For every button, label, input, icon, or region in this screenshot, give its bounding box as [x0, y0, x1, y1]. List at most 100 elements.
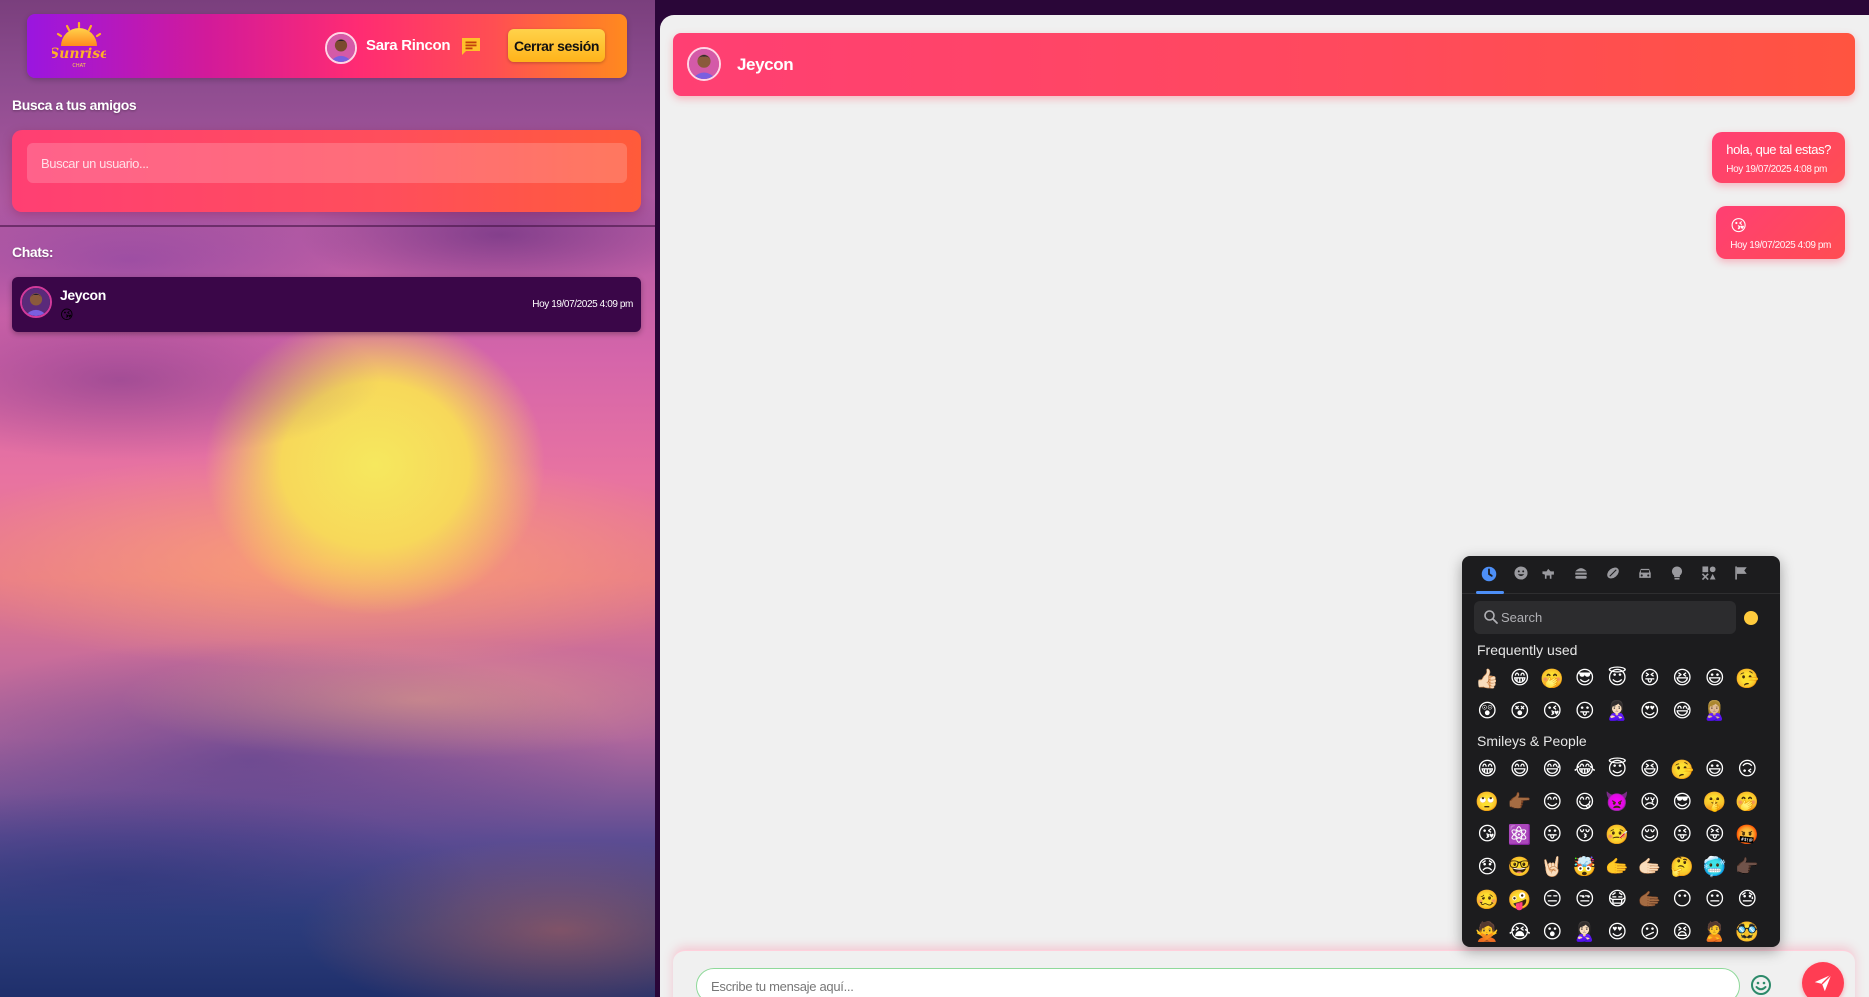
emoji-button[interactable]: 😅: [1666, 695, 1699, 728]
emoji-button[interactable]: 🤭: [1731, 786, 1764, 819]
svg-text:Sunrise: Sunrise: [52, 46, 106, 62]
emoji-button[interactable]: 🫱🏾: [1634, 883, 1667, 916]
emoji-button[interactable]: 🙎🏻‍♀️: [1569, 916, 1602, 948]
search-section-label: Busca a tus amigos: [12, 97, 137, 113]
emoji-button[interactable]: 😌: [1634, 818, 1667, 851]
chat-list-item[interactable]: Jeycon 😘 Hoy 19/07/2025 4:09 pm: [12, 277, 641, 332]
divider: [0, 225, 655, 227]
emoji-button[interactable]: 😛: [1569, 695, 1602, 728]
emoji-button[interactable]: 😍: [1601, 916, 1634, 948]
emoji-button[interactable]: 🤥: [1731, 662, 1764, 695]
message-bubble: hola, que tal estas? Hoy 19/07/2025 4:08…: [1712, 132, 1845, 183]
emoji-button[interactable]: 🙎🏻‍♀️: [1601, 695, 1634, 728]
emoji-button[interactable]: 😇: [1601, 753, 1634, 786]
contact-avatar[interactable]: [687, 47, 721, 81]
emoji-button[interactable]: 👉🏾: [1504, 786, 1537, 819]
emoji-button[interactable]: 🤭: [1536, 662, 1569, 695]
emoji-button[interactable]: ⚛️: [1504, 818, 1537, 851]
emoji-button[interactable]: 😷: [1601, 883, 1634, 916]
emoji-button[interactable]: 👉🏿: [1731, 851, 1764, 884]
emoji-button[interactable]: 🤬: [1731, 818, 1764, 851]
emoji-button[interactable]: 😎: [1569, 662, 1602, 695]
objects-icon[interactable]: [1666, 564, 1688, 586]
travel-icon[interactable]: [1634, 564, 1656, 586]
symbols-icon[interactable]: [1698, 564, 1720, 586]
flags-icon[interactable]: [1730, 564, 1752, 586]
emoji-button[interactable]: 😎: [1666, 786, 1699, 819]
emoji-button[interactable]: 😛: [1536, 818, 1569, 851]
emoji-button[interactable]: 😒: [1569, 883, 1602, 916]
emoji-button[interactable]: 🙃: [1731, 753, 1764, 786]
emoji-button[interactable]: 🤓: [1504, 851, 1537, 884]
emoji-picker-toggle-icon[interactable]: [1749, 973, 1773, 997]
emoji-button[interactable]: 😆: [1634, 753, 1667, 786]
activities-icon[interactable]: [1602, 564, 1624, 586]
emoji-button[interactable]: 🤥: [1666, 753, 1699, 786]
emoji-button[interactable]: 😂: [1569, 753, 1602, 786]
message-text: hola, que tal estas?: [1726, 142, 1831, 157]
send-icon: [1814, 974, 1832, 992]
emoji-button[interactable]: 🙄: [1471, 786, 1504, 819]
emoji-button[interactable]: 😶: [1666, 883, 1699, 916]
animals-icon[interactable]: [1538, 564, 1560, 586]
emoji-button[interactable]: 😜: [1666, 818, 1699, 851]
emoji-button[interactable]: 😃: [1699, 753, 1732, 786]
emoji-button[interactable]: 😓: [1731, 883, 1764, 916]
emoji-button[interactable]: 👿: [1601, 786, 1634, 819]
emoji-search-input[interactable]: [1501, 601, 1731, 634]
emoji-button[interactable]: 🤘🏻: [1536, 851, 1569, 884]
emoji-button[interactable]: 😁: [1471, 753, 1504, 786]
emoji-button[interactable]: 😆: [1666, 662, 1699, 695]
send-button[interactable]: [1802, 962, 1844, 997]
emoji-button[interactable]: 😘: [1536, 695, 1569, 728]
emoji-button[interactable]: 🙎🏼‍♀️: [1699, 695, 1732, 728]
emoji-button[interactable]: 🤫: [1699, 786, 1732, 819]
emoji-button[interactable]: 😅: [1536, 753, 1569, 786]
food-icon[interactable]: [1570, 564, 1592, 586]
emoji-button[interactable]: 😃: [1699, 662, 1732, 695]
emoji-button[interactable]: 😊: [1536, 786, 1569, 819]
emoji-button[interactable]: 😍: [1634, 695, 1667, 728]
emoji-button[interactable]: 👍🏻: [1471, 662, 1504, 695]
emoji-button[interactable]: 😝: [1699, 818, 1732, 851]
emoji-button[interactable]: 😮: [1536, 916, 1569, 948]
emoji-button[interactable]: 🥸: [1731, 916, 1764, 948]
emoji-button[interactable]: 🤔: [1666, 851, 1699, 884]
user-search-input[interactable]: [27, 143, 627, 183]
recent-icon[interactable]: [1478, 564, 1500, 586]
emoji-button[interactable]: 🙅: [1471, 916, 1504, 948]
emoji-button[interactable]: 🥶: [1699, 851, 1732, 884]
emoji-button[interactable]: 😫: [1666, 916, 1699, 948]
emoji-button[interactable]: 🥴: [1471, 883, 1504, 916]
emoji-button[interactable]: 😕: [1634, 916, 1667, 948]
emoji-button[interactable]: 😞: [1471, 851, 1504, 884]
logout-button[interactable]: Cerrar sesión: [508, 29, 605, 62]
emoji-button[interactable]: 😑: [1536, 883, 1569, 916]
emoji-button[interactable]: 😁: [1504, 662, 1537, 695]
emoji-button[interactable]: 😵: [1504, 695, 1537, 728]
emoji-button[interactable]: 😲: [1471, 695, 1504, 728]
message-input[interactable]: [696, 968, 1740, 997]
emoji-button[interactable]: 😭: [1504, 916, 1537, 948]
user-avatar[interactable]: [325, 32, 357, 64]
emoji-button[interactable]: 😘: [1471, 818, 1504, 851]
chat-bubble-icon[interactable]: [459, 35, 483, 59]
emoji-button[interactable]: 🫱: [1601, 851, 1634, 884]
emoji-button[interactable]: 😚: [1569, 818, 1602, 851]
emoji-button[interactable]: 😄: [1504, 753, 1537, 786]
message-bubble: 😘 Hoy 19/07/2025 4:09 pm: [1716, 206, 1845, 259]
emoji-button[interactable]: 🫱🏻: [1634, 851, 1667, 884]
emoji-button[interactable]: 😝: [1634, 662, 1667, 695]
emoji-button[interactable]: 😐: [1699, 883, 1732, 916]
active-category-indicator: [1476, 591, 1504, 594]
emoji-button[interactable]: 🤒: [1601, 818, 1634, 851]
emoji-button[interactable]: 🙎: [1699, 916, 1732, 948]
emoji-button[interactable]: 😇: [1601, 662, 1634, 695]
emoji-button[interactable]: 🤪: [1504, 883, 1537, 916]
emoji-button[interactable]: 😢: [1634, 786, 1667, 819]
emoji-button[interactable]: 🤯: [1569, 851, 1602, 884]
smileys-icon[interactable]: [1510, 564, 1532, 586]
message-timestamp: Hoy 19/07/2025 4:08 pm: [1726, 164, 1827, 175]
emoji-button[interactable]: 😋: [1569, 786, 1602, 819]
skin-tone-selector[interactable]: [1744, 611, 1758, 625]
